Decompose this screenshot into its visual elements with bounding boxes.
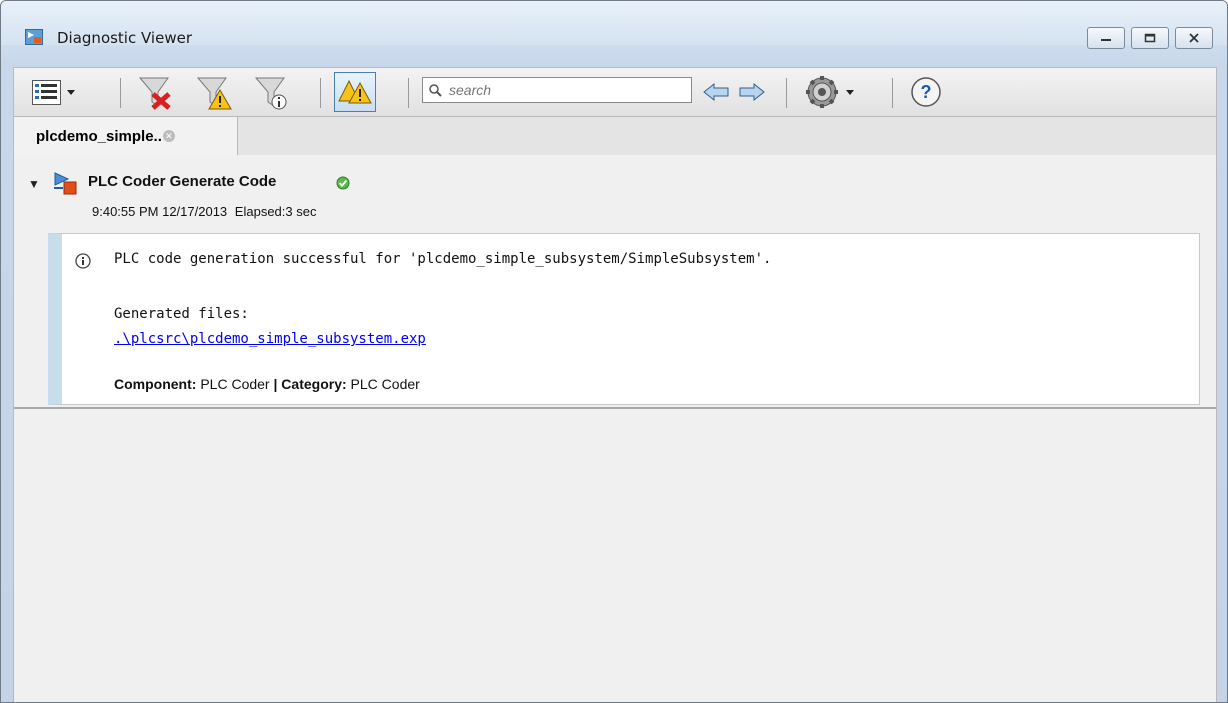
search-icon: [429, 84, 442, 97]
empty-area: [14, 411, 1216, 702]
plc-coder-icon: [52, 171, 80, 202]
svg-text:?: ?: [921, 82, 932, 102]
filter-warnings-button[interactable]: [192, 70, 234, 114]
arrow-right-icon: [739, 82, 765, 102]
tab-plcdemo-simple[interactable]: plcdemo_simple.. ✕: [14, 117, 238, 155]
group-warnings-toggle[interactable]: [334, 72, 376, 112]
row-divider: [14, 407, 1216, 409]
next-button[interactable]: [736, 70, 768, 114]
diagnostic-message: PLC code generation successful for 'plcd…: [48, 233, 1200, 405]
search-box[interactable]: [422, 77, 692, 103]
tab-bar: plcdemo_simple.. ✕: [13, 117, 1217, 155]
component-label: Component:: [114, 376, 197, 392]
close-icon: [1189, 33, 1199, 43]
minimize-icon: [1101, 39, 1111, 41]
component-category-line: Component: PLC Coder | Category: PLC Cod…: [114, 376, 420, 392]
help-icon: ?: [911, 77, 941, 107]
search-input[interactable]: [447, 80, 687, 100]
run-header: ▼ PLC Coder Generate Code 9:40:55 PM 12/…: [14, 155, 1216, 227]
component-value: PLC Coder: [200, 376, 270, 392]
toolbar: ?: [13, 67, 1217, 117]
run-time: 9:40:55 PM 12/17/2013 Elapsed:3 sec: [92, 204, 316, 219]
settings-button[interactable]: [800, 70, 870, 114]
info-icon: [74, 252, 92, 275]
restore-icon: [1144, 33, 1156, 43]
diagnostic-viewer-window: Diagnostic Viewer search ? plcdemo_simpl…: [0, 0, 1228, 703]
minimize-button[interactable]: [1087, 27, 1125, 49]
filter-errors-button[interactable]: [134, 70, 176, 114]
success-check-icon: [336, 176, 350, 195]
restore-button[interactable]: [1131, 27, 1169, 49]
message-text: PLC code generation successful for 'plcd…: [114, 251, 772, 267]
view-options-button[interactable]: [28, 70, 84, 114]
generated-files-label: Generated files:: [114, 306, 249, 322]
run-title: PLC Coder Generate Code: [88, 173, 277, 190]
tab-label: plcdemo_simple..: [36, 127, 162, 145]
filter-error-icon: [138, 77, 171, 110]
filter-info-button[interactable]: [250, 70, 292, 114]
app-icon: [25, 29, 43, 45]
filter-warning-icon: [196, 77, 232, 110]
generated-file-link[interactable]: .\plcsrc\plcdemo_simple_subsystem.exp: [114, 331, 426, 347]
arrow-left-icon: [703, 82, 729, 102]
previous-button[interactable]: [700, 70, 732, 114]
filter-info-icon: [254, 77, 287, 110]
window-title: Diagnostic Viewer: [57, 29, 192, 47]
category-label: Category:: [281, 376, 347, 392]
close-button[interactable]: [1175, 27, 1213, 49]
window-controls: [1087, 27, 1213, 49]
diagnostics-pane: ▼ PLC Coder Generate Code 9:40:55 PM 12/…: [13, 155, 1217, 702]
tab-close-icon[interactable]: ✕: [162, 130, 175, 142]
list-view-icon: [32, 80, 75, 105]
category-value: PLC Coder: [350, 376, 420, 392]
gear-icon: [806, 76, 854, 108]
title-bar: Diagnostic Viewer: [1, 1, 1227, 49]
separator: |: [273, 376, 278, 392]
help-button[interactable]: ?: [906, 70, 946, 114]
warnings-toggle-icon: [338, 79, 372, 104]
run-elapsed: Elapsed:3 sec: [234, 204, 317, 219]
run-timestamp: 9:40:55 PM 12/17/2013: [92, 204, 228, 219]
collapse-chevron-icon[interactable]: ▼: [28, 177, 40, 191]
